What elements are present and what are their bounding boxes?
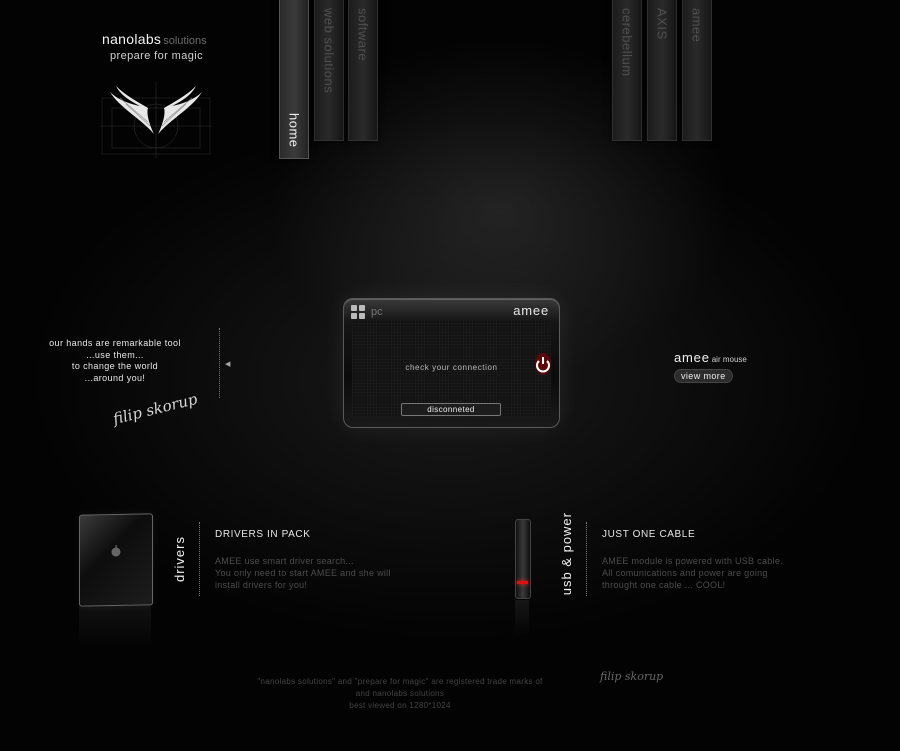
nav-tab-amee[interactable]: amee bbox=[682, 0, 712, 141]
apple-logo-icon bbox=[111, 544, 121, 557]
nav-tab-label: web solutions bbox=[321, 8, 337, 94]
nav-tab-label: amee bbox=[689, 8, 705, 43]
feature-body-line: AMEE module is powered with USB cable. bbox=[602, 556, 783, 566]
feature-body-line: You only need to start AMEE and she will bbox=[215, 568, 391, 578]
quote-divider bbox=[219, 328, 220, 398]
nav-tab-label: cerebellum bbox=[619, 8, 635, 77]
brand-logo[interactable]: nanolabs solutions prepare for magic bbox=[102, 31, 207, 62]
nav-tab-axis[interactable]: AXIS bbox=[647, 0, 677, 141]
power-icon[interactable] bbox=[533, 351, 553, 377]
quote-line: to change the world bbox=[71, 361, 159, 371]
wings-logo-icon bbox=[100, 82, 212, 158]
footer-line: and nanolabs solutions bbox=[355, 689, 445, 698]
arrow-left-icon[interactable]: ◀ bbox=[225, 360, 230, 368]
device-message: check your connection bbox=[405, 363, 498, 372]
nav-tab-web-solutions[interactable]: web solutions bbox=[314, 0, 344, 141]
connection-status: disconneted bbox=[401, 403, 501, 416]
usb-reflection bbox=[515, 600, 529, 636]
amee-device-widget: pc amee check your connection disconnete… bbox=[343, 298, 560, 428]
feature-body-line: All comunications and power are going bbox=[602, 568, 768, 578]
feature-body-line: AMEE use smart driver search... bbox=[215, 556, 354, 566]
feature-body: AMEE use smart driver search... You only… bbox=[215, 555, 391, 591]
footer-line: best viewed on 1280*1024 bbox=[349, 701, 451, 710]
feature-body-line: install drivers for you! bbox=[215, 580, 308, 590]
feature-heading: JUST ONE CABLE bbox=[602, 529, 696, 540]
feature-body-line: throught one cable ... COOL! bbox=[602, 580, 726, 590]
footer: "nanolabs solutions" and "prepare for ma… bbox=[230, 676, 570, 712]
nav-tab-label: AXIS bbox=[654, 8, 670, 40]
feature-heading: DRIVERS IN PACK bbox=[215, 529, 311, 540]
feature-divider bbox=[199, 522, 200, 596]
nav-tab-cerebellum[interactable]: cerebellum bbox=[612, 0, 642, 141]
quote-line: ...around you! bbox=[84, 372, 146, 383]
product-title-block: amee air mouse bbox=[674, 349, 747, 367]
product-subtitle: air mouse bbox=[711, 355, 747, 364]
brand-tagline: prepare for magic bbox=[110, 50, 204, 62]
product-title: amee bbox=[674, 350, 710, 365]
quote-line: ...use them... bbox=[86, 349, 144, 360]
device-title: amee bbox=[513, 303, 549, 318]
brand-name: nanolabs bbox=[102, 31, 162, 47]
driver-cd-image bbox=[79, 513, 153, 607]
nav-tab-label: software bbox=[355, 8, 371, 62]
nav-tab-label: home bbox=[286, 113, 302, 148]
usb-stick-image bbox=[515, 519, 531, 599]
nav-tab-home[interactable]: home bbox=[279, 0, 309, 159]
feature-divider bbox=[586, 522, 587, 596]
quote-line: our hands are remarkable tool bbox=[49, 338, 181, 348]
cd-reflection bbox=[79, 606, 151, 646]
feature-usb-power-label: usb & power bbox=[559, 512, 574, 596]
device-tab-pc[interactable]: pc bbox=[371, 306, 383, 318]
feature-drivers-label: drivers bbox=[172, 536, 187, 583]
grid-app-icon[interactable] bbox=[351, 305, 365, 319]
footer-signature: filip skorup bbox=[600, 670, 664, 683]
nav-tab-software[interactable]: software bbox=[348, 0, 378, 141]
usb-led bbox=[517, 581, 528, 584]
brand-name-suffix: solutions bbox=[163, 35, 207, 47]
view-more-button[interactable]: view more bbox=[674, 369, 733, 383]
footer-line: "nanolabs solutions" and "prepare for ma… bbox=[257, 677, 543, 686]
quote-text: our hands are remarkable tool ...use the… bbox=[20, 338, 210, 384]
feature-body: AMEE module is powered with USB cable. A… bbox=[602, 555, 783, 591]
